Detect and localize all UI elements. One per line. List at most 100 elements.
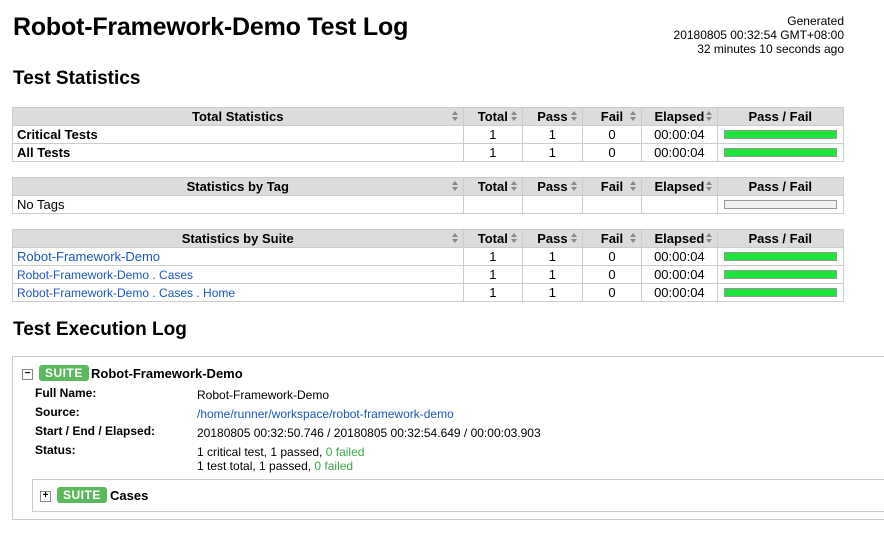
stat-total: 1 (462, 265, 524, 284)
suite-link[interactable]: Robot-Framework-Demo . Cases (17, 268, 193, 282)
sort-icon (511, 233, 518, 245)
sort-icon (630, 181, 637, 193)
column-elapsed-header[interactable]: Elapsed (641, 107, 718, 126)
page-title: Robot-Framework-Demo Test Log (13, 13, 409, 41)
sort-icon (630, 233, 637, 245)
column-pass-header[interactable]: Pass (522, 177, 583, 196)
stat-total: 1 (462, 247, 524, 266)
suite-link[interactable]: Robot-Framework-Demo (17, 249, 160, 264)
tag-statistics-table: Statistics by Tag Total Pass Fail Elapse… (12, 177, 844, 214)
table-row: All Tests 1 1 0 00:00:04 (12, 143, 844, 162)
sort-icon (451, 181, 459, 193)
stat-elapsed: 00:00:04 (641, 143, 718, 162)
source-label: Source: (35, 405, 80, 419)
tag-statistics-header[interactable]: Statistics by Tag (12, 177, 464, 196)
suite-statistics-header[interactable]: Statistics by Suite (12, 229, 464, 248)
stat-elapsed: 00:00:04 (641, 125, 718, 144)
status-total-line: 1 test total, 1 passed, 0 failed (197, 459, 354, 473)
column-pass-header[interactable]: Pass (522, 229, 583, 248)
sort-icon (570, 111, 578, 123)
stat-name: No Tags (12, 195, 464, 214)
suite-name[interactable]: Robot-Framework-Demo (91, 366, 243, 381)
column-pass-fail-header: Pass / Fail (716, 107, 844, 126)
table-row: Robot-Framework-Demo . Cases . Home 1 1 … (12, 283, 844, 302)
pass-fail-bar (723, 148, 837, 157)
stat-name: Critical Tests (12, 125, 464, 144)
sort-icon (451, 111, 459, 123)
stat-elapsed: 00:00:04 (641, 247, 718, 266)
column-fail-header[interactable]: Fail (581, 177, 643, 196)
failed-count: 0 failed (314, 459, 354, 473)
pass-fail-bar (723, 130, 837, 139)
sort-icon (705, 233, 713, 245)
test-statistics-title: Test Statistics (13, 68, 141, 89)
child-suite-name[interactable]: Cases (110, 488, 148, 503)
stat-fail: 0 (581, 265, 643, 284)
status-label: Status: (35, 443, 76, 457)
stat-pass: 1 (522, 143, 583, 162)
pass-bar-fill (724, 289, 836, 296)
table-row: No Tags (12, 195, 844, 214)
status-value: 1 critical test, 1 passed, 0 failed 1 te… (197, 445, 364, 473)
sort-icon (451, 233, 459, 245)
suite-badge: SUITE (57, 487, 107, 503)
test-execution-log-title: Test Execution Log (13, 319, 187, 340)
generated-info: Generated 20180805 00:32:54 GMT+08:00 32… (674, 14, 844, 56)
stat-fail: 0 (581, 125, 643, 144)
stat-pass: 1 (522, 125, 583, 144)
stat-fail: 0 (581, 143, 643, 162)
sort-icon (511, 111, 518, 123)
column-elapsed-header[interactable]: Elapsed (641, 229, 718, 248)
pass-fail-bar (723, 252, 837, 261)
suite-link[interactable]: Robot-Framework-Demo . Cases . Home (17, 286, 235, 300)
generated-time: 20180805 00:32:54 GMT+08:00 (673, 28, 844, 42)
generated-label: Generated (787, 14, 844, 28)
status-critical-line: 1 critical test, 1 passed, 0 failed (197, 445, 365, 459)
sort-icon (705, 181, 713, 193)
suite-element: − SUITE Robot-Framework-Demo Full Name: … (12, 356, 884, 520)
stat-pass: 1 (522, 283, 583, 302)
column-elapsed-header[interactable]: Elapsed (641, 177, 718, 196)
column-fail-header[interactable]: Fail (581, 107, 643, 126)
pass-bar-fill (724, 149, 836, 156)
pass-bar-fill (724, 131, 836, 138)
failed-count: 0 failed (325, 445, 365, 459)
stat-fail (581, 195, 643, 214)
generated-ago: 32 minutes 10 seconds ago (697, 42, 844, 56)
column-total-header[interactable]: Total (462, 107, 524, 126)
collapse-toggle-icon[interactable]: − (22, 369, 33, 380)
pass-fail-bar (723, 270, 837, 279)
suite-badge: SUITE (39, 365, 89, 381)
column-pass-fail-header: Pass / Fail (716, 229, 844, 248)
pass-fail-bar (723, 200, 837, 209)
pass-fail-bar (723, 288, 837, 297)
sort-icon (511, 181, 518, 193)
full-name-label: Full Name: (35, 386, 97, 400)
source-link[interactable]: /home/runner/workspace/robot-framework-d… (197, 407, 454, 421)
column-fail-header[interactable]: Fail (581, 229, 643, 248)
stat-fail: 0 (581, 283, 643, 302)
table-row: Robot-Framework-Demo . Cases 1 1 0 00:00… (12, 265, 844, 284)
child-suite-element: + SUITE Cases (32, 479, 884, 512)
stat-pass: 1 (522, 265, 583, 284)
column-total-header[interactable]: Total (462, 177, 524, 196)
total-statistics-header[interactable]: Total Statistics (12, 107, 464, 126)
stat-total: 1 (462, 143, 524, 162)
stat-elapsed: 00:00:04 (641, 283, 718, 302)
sort-icon (570, 181, 578, 193)
pass-bar-fill (724, 253, 836, 260)
table-row: Critical Tests 1 1 0 00:00:04 (12, 125, 844, 144)
suite-statistics-table: Statistics by Suite Total Pass Fail Elap… (12, 229, 844, 302)
stat-elapsed (641, 195, 718, 214)
stat-name: All Tests (12, 143, 464, 162)
expand-toggle-icon[interactable]: + (40, 491, 51, 502)
table-row: Robot-Framework-Demo 1 1 0 00:00:04 (12, 247, 844, 266)
column-pass-fail-header: Pass / Fail (716, 177, 844, 196)
times-value: 20180805 00:32:50.746 / 20180805 00:32:5… (197, 426, 541, 440)
stat-total: 1 (462, 283, 524, 302)
sort-icon (630, 111, 637, 123)
stat-total: 1 (462, 125, 524, 144)
column-pass-header[interactable]: Pass (522, 107, 583, 126)
column-total-header[interactable]: Total (462, 229, 524, 248)
stat-pass (522, 195, 583, 214)
